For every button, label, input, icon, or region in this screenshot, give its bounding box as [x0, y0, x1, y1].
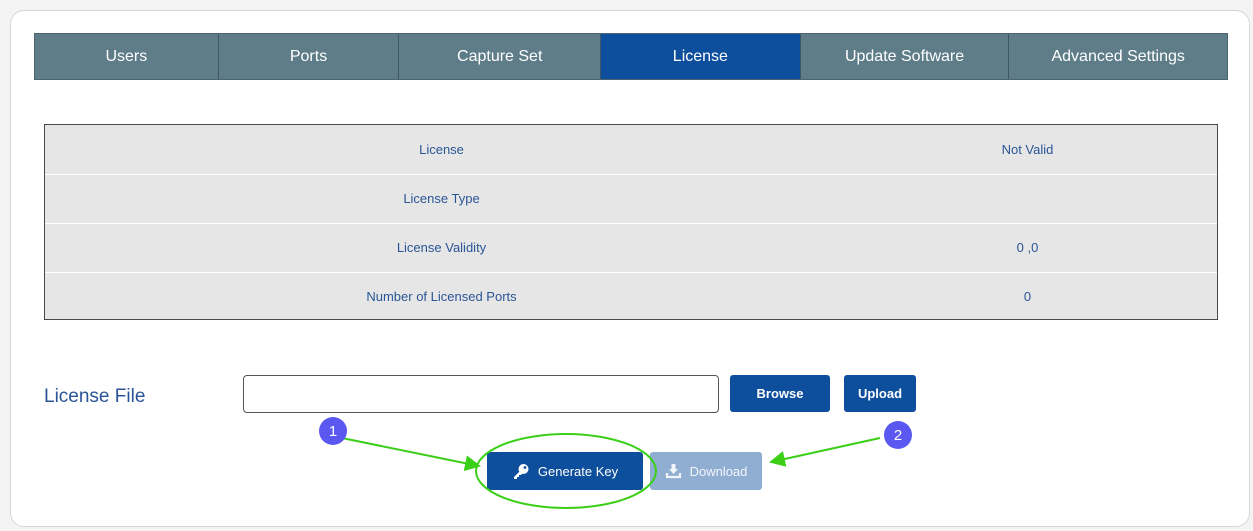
table-row: License Validity 0 ,0 [45, 223, 1217, 273]
license-type-label: License Type [403, 191, 480, 206]
settings-tabs: Users Ports Capture Set License Update S… [34, 33, 1228, 80]
table-row: Number of Licensed Ports 0 [45, 272, 1217, 321]
tab-capture-set[interactable]: Capture Set [399, 34, 602, 79]
license-validity-label: License Validity [396, 240, 487, 255]
license-status-label: License [419, 142, 464, 157]
upload-button[interactable]: Upload [844, 375, 916, 412]
license-status-value: Not Valid [1001, 142, 1054, 157]
license-type-value [838, 174, 1217, 223]
licensed-ports-label: Number of Licensed Ports [366, 289, 517, 304]
table-row: License Not Valid [45, 125, 1217, 175]
download-icon [665, 464, 681, 479]
tab-users[interactable]: Users [35, 34, 219, 79]
download-button[interactable]: Download [650, 452, 762, 490]
tab-license[interactable]: License [601, 34, 801, 79]
license-file-label: License File [44, 386, 146, 407]
generate-key-button[interactable]: Generate Key [487, 452, 643, 490]
key-icon [513, 464, 529, 479]
license-file-input[interactable] [243, 375, 719, 413]
step-1-badge: 1 [319, 417, 347, 445]
browse-button[interactable]: Browse [730, 375, 830, 412]
table-row: License Type [45, 174, 1217, 224]
licensed-ports-value: 0 [1023, 289, 1032, 304]
tab-advanced-settings[interactable]: Advanced Settings [1009, 34, 1228, 79]
tab-ports[interactable]: Ports [218, 34, 400, 79]
license-validity-value: 0 ,0 [1016, 240, 1039, 255]
license-info-table: License Not Valid License Type License V… [44, 124, 1218, 320]
download-label: Download [689, 463, 748, 479]
tab-update-software[interactable]: Update Software [800, 34, 1010, 79]
step-2-badge: 2 [884, 421, 912, 449]
generate-key-label: Generate Key [537, 463, 619, 479]
